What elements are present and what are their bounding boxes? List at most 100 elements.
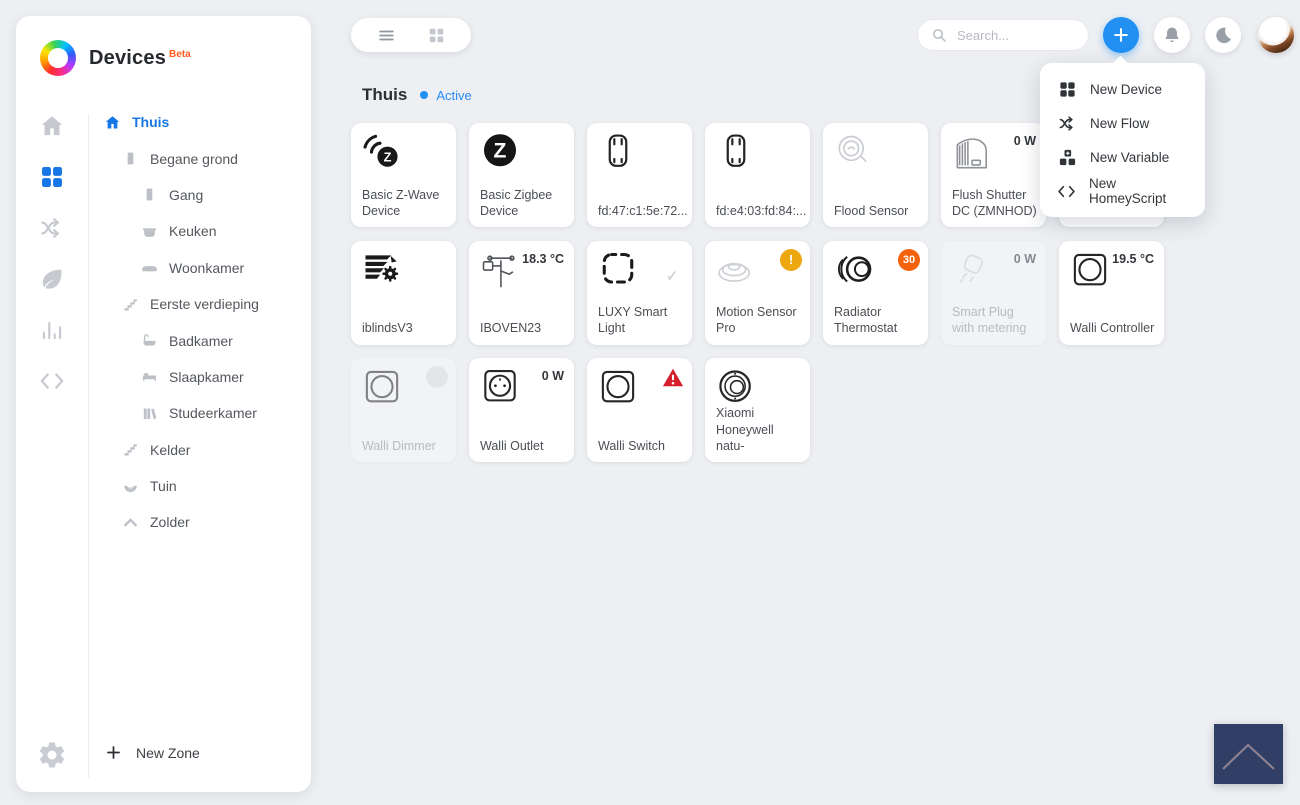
devices-icon	[39, 164, 65, 190]
sidebar-nav-devices[interactable]	[16, 151, 88, 202]
zone-item-begane-grond[interactable]: Begane grond	[104, 140, 303, 176]
device-card-walli-controller[interactable]: 19.5 °C Walli Controller	[1059, 240, 1164, 345]
house-icon	[104, 114, 121, 131]
view-list-button[interactable]	[371, 20, 401, 50]
menu-item-new-homeyscript[interactable]: New HomeyScript	[1040, 174, 1205, 208]
new-zone-label: New Zone	[136, 744, 200, 761]
device-card-iboven23[interactable]: 18.3 °C IBOVEN23	[469, 240, 574, 345]
device-card-xiaomi-honeywell-natu[interactable]: Xiaomi Honeywell natu-	[705, 358, 810, 462]
outlet-icon	[478, 366, 522, 410]
menu-item-label: New Flow	[1090, 115, 1150, 131]
sidebar-nav-script[interactable]	[16, 355, 88, 406]
menu-variable-icon	[1057, 148, 1077, 167]
search-box	[917, 19, 1089, 51]
app-title: Devices	[89, 46, 167, 69]
device-name: Walli Outlet	[480, 438, 544, 453]
scroll-to-top-button[interactable]	[1214, 724, 1283, 784]
plant-icon	[122, 478, 139, 495]
zone-label: Kelder	[150, 441, 191, 458]
device-card-walli-switch[interactable]: Walli Switch	[587, 358, 692, 462]
device-card-flood-sensor[interactable]: Flood Sensor	[823, 123, 928, 227]
device-name: Flood Sensor	[834, 203, 909, 218]
search-input[interactable]	[955, 26, 1075, 44]
settings-button[interactable]	[16, 740, 88, 770]
device-card-walli-outlet[interactable]: 0 W Walli Outlet	[469, 358, 574, 462]
zone-item-tuin[interactable]: Tuin	[104, 468, 303, 504]
view-grid-small-button[interactable]	[421, 20, 451, 50]
weather-icon	[478, 249, 522, 293]
count-badge: 30	[898, 248, 920, 271]
zone-item-studeerkamer[interactable]: Studeerkamer	[104, 395, 303, 431]
devices-page: Devices Beta Thuis Begane grond Gang Keuken W…	[0, 0, 1300, 805]
device-name: Walli Controller	[1070, 321, 1155, 336]
couch-icon	[141, 259, 158, 276]
view-grid-small-icon	[427, 26, 446, 45]
device-name: fd:e4:03:fd:84:...	[716, 203, 807, 218]
sidebar-nav-insights[interactable]	[16, 304, 88, 355]
active-status-dot	[420, 91, 429, 99]
new-zone-button[interactable]: New Zone	[104, 743, 200, 762]
plus-icon	[104, 743, 123, 762]
sidebar-nav-flow[interactable]	[16, 202, 88, 253]
device-card-iblindsv3[interactable]: iblindsV3	[351, 240, 456, 345]
zone-label: Thuis	[132, 114, 170, 131]
check-badge: ✓	[665, 267, 679, 285]
plus-white-icon	[1111, 25, 1131, 45]
zone-item-keuken[interactable]: Keuken	[104, 213, 303, 249]
moon-icon	[1213, 25, 1234, 46]
zone-label: Studeerkamer	[169, 405, 257, 422]
app-header: Devices Beta	[40, 30, 191, 86]
zone-item-gang[interactable]: Gang	[104, 177, 303, 213]
device-card-walli-dimmer[interactable]: Walli Dimmer	[351, 358, 456, 462]
device-card-smart-plug-with-metering[interactable]: 0 W Smart Plug with metering	[941, 240, 1046, 345]
zone-item-kelder[interactable]: Kelder	[104, 432, 303, 468]
device-card-motion-sensor-pro[interactable]: ! Motion Sensor Pro	[705, 240, 810, 345]
device-card-fd-e4-03-fd-84[interactable]: fd:e4:03:fd:84:...	[705, 123, 810, 227]
zone-item-badkamer[interactable]: Badkamer	[104, 322, 303, 358]
zone-item-slaapkamer[interactable]: Slaapkamer	[104, 359, 303, 395]
device-card-fd-47-c1-5e-72[interactable]: fd:47:c1:5e:72...	[587, 123, 692, 227]
walli-icon	[596, 366, 640, 410]
notifications-button[interactable]	[1154, 17, 1190, 53]
zone-label: Zolder	[150, 514, 190, 531]
avatar[interactable]	[1258, 17, 1294, 53]
device-card-basic-zigbee-device[interactable]: Z Basic Zigbee Device	[469, 123, 574, 227]
device-card-flush-shutter-dc-zmnhod[interactable]: 0 W Flush Shutter DC (ZMNHOD)	[941, 123, 1046, 227]
dark-mode-button[interactable]	[1205, 17, 1241, 53]
insights-icon	[39, 317, 65, 343]
zone-label: Keuken	[169, 223, 217, 240]
luxy-icon	[596, 249, 640, 293]
page-title: Devices Beta	[89, 47, 191, 70]
zone-item-eerste-verdieping[interactable]: Eerste verdieping	[104, 286, 303, 322]
device-name: Basic Z-Wave Device	[362, 187, 440, 218]
zone-item-woonkamer[interactable]: Woonkamer	[104, 250, 303, 286]
menu-item-new-variable[interactable]: New Variable	[1040, 140, 1205, 174]
zone-label: Eerste verdieping	[150, 296, 259, 313]
menu-item-new-device[interactable]: New Device	[1040, 72, 1205, 106]
sidebar-divider	[88, 114, 89, 778]
device-name: Walli Switch	[598, 438, 665, 453]
shutter-icon	[950, 131, 994, 175]
zone-item-zolder[interactable]: Zolder	[104, 504, 303, 540]
books-icon	[141, 405, 158, 422]
add-button[interactable]	[1103, 17, 1139, 53]
walli-icon	[1068, 249, 1112, 293]
sidebar-nav-energy[interactable]	[16, 253, 88, 304]
plug-icon	[950, 249, 994, 293]
menu-item-label: New Variable	[1090, 149, 1170, 165]
sidebar-nav-home[interactable]	[16, 100, 88, 151]
nav-rail	[16, 100, 88, 406]
create-menu: New Device New Flow New Variable New HomeyS…	[1040, 63, 1205, 217]
device-status: 19.5 °C	[1112, 251, 1154, 266]
menu-item-label: New Device	[1090, 81, 1163, 97]
chevron-up-icon	[1214, 724, 1283, 784]
script-icon	[1057, 182, 1076, 201]
device-card-radiator-thermostat[interactable]: 30 Radiator Thermostat	[823, 240, 928, 345]
device-card-luxy-smart-light[interactable]: ✓ LUXY Smart Light	[587, 240, 692, 345]
active-status-label: Active	[436, 87, 472, 103]
zone-item-thuis[interactable]: Thuis	[104, 104, 303, 140]
device-card-basic-z-wave-device[interactable]: Z Basic Z-Wave Device	[351, 123, 456, 227]
menu-item-new-flow[interactable]: New Flow	[1040, 106, 1205, 140]
device-name: Walli Dimmer	[362, 438, 436, 453]
device-name: LUXY Smart Light	[598, 305, 668, 336]
